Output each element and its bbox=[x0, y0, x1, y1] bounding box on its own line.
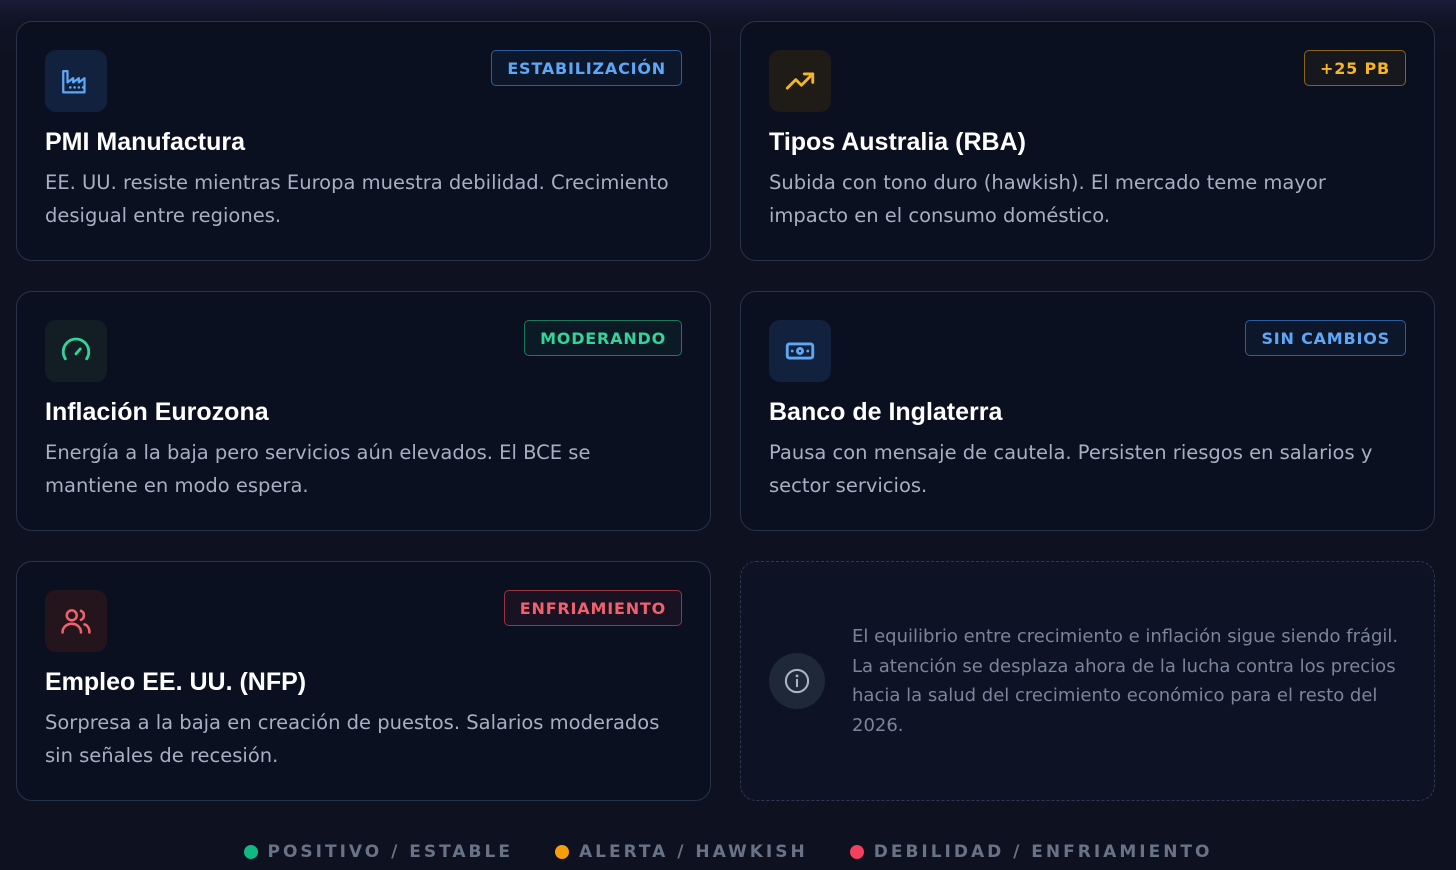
red-dot-icon bbox=[849, 845, 864, 859]
status-legend: POSITIVO / ESTABLE ALERTA / HAWKISH DEBI… bbox=[0, 842, 1456, 862]
card-description: Energía a la baja pero servicios aún ele… bbox=[45, 441, 591, 497]
card-description: Subida con tono duro (hawkish). El merca… bbox=[769, 171, 1326, 227]
legend-label: DEBILIDAD / ENFRIAMIENTO bbox=[873, 842, 1213, 862]
status-badge: ESTABILIZACIÓN bbox=[491, 50, 682, 86]
users-icon-box bbox=[45, 590, 107, 652]
trending-up-icon-box bbox=[769, 50, 831, 112]
legend-label: POSITIVO / ESTABLE bbox=[267, 842, 513, 862]
card-banco-inglaterra: SIN CAMBIOS Banco de Inglaterra Pausa co… bbox=[740, 291, 1435, 531]
green-dot-icon bbox=[243, 845, 258, 859]
info-icon-box bbox=[769, 653, 825, 709]
summary-note-card: El equilibrio entre crecimiento e inflac… bbox=[740, 561, 1435, 801]
banknote-icon-box bbox=[769, 320, 831, 382]
card-pmi-manufactura: ESTABILIZACIÓN PMI Manufactura EE. UU. r… bbox=[16, 21, 711, 261]
status-badge: MODERANDO bbox=[524, 320, 682, 356]
legend-item-alert: ALERTA / HAWKISH bbox=[554, 842, 808, 862]
card-description: Pausa con mensaje de cautela. Persisten … bbox=[769, 441, 1373, 497]
banknote-icon bbox=[785, 342, 815, 360]
card-description: Sorpresa a la baja en creación de puesto… bbox=[45, 711, 660, 767]
card-inflacion-eurozona: MODERANDO Inflación Eurozona Energía a l… bbox=[16, 291, 711, 531]
card-tipos-australia: +25 PB Tipos Australia (RBA) Subida con … bbox=[740, 21, 1435, 261]
status-badge: SIN CAMBIOS bbox=[1245, 320, 1406, 356]
legend-item-positive: POSITIVO / ESTABLE bbox=[243, 842, 513, 862]
card-description: EE. UU. resiste mientras Europa muestra … bbox=[45, 171, 669, 227]
card-title: Inflación Eurozona bbox=[45, 398, 269, 426]
gauge-icon bbox=[61, 337, 91, 361]
status-badge: +25 PB bbox=[1304, 50, 1406, 86]
factory-icon bbox=[62, 69, 86, 94]
trending-up-icon bbox=[785, 72, 815, 90]
card-title: Banco de Inglaterra bbox=[769, 398, 1003, 426]
summary-note-text: El equilibrio entre crecimiento e inflac… bbox=[852, 626, 1399, 736]
orange-dot-icon bbox=[554, 845, 569, 859]
indicators-grid: ESTABILIZACIÓN PMI Manufactura EE. UU. r… bbox=[16, 21, 1435, 801]
legend-item-weakness: DEBILIDAD / ENFRIAMIENTO bbox=[849, 842, 1213, 862]
gauge-icon-box bbox=[45, 320, 107, 382]
legend-label: ALERTA / HAWKISH bbox=[578, 842, 808, 862]
card-title: Empleo EE. UU. (NFP) bbox=[45, 668, 307, 696]
factory-icon-box bbox=[45, 50, 107, 112]
card-empleo-nfp: ENFRIAMIENTO Empleo EE. UU. (NFP) Sorpre… bbox=[16, 561, 711, 801]
card-title: Tipos Australia (RBA) bbox=[769, 128, 1026, 156]
users-icon bbox=[61, 609, 91, 634]
info-icon bbox=[784, 668, 810, 694]
status-badge: ENFRIAMIENTO bbox=[503, 590, 682, 626]
card-title: PMI Manufactura bbox=[45, 128, 246, 156]
